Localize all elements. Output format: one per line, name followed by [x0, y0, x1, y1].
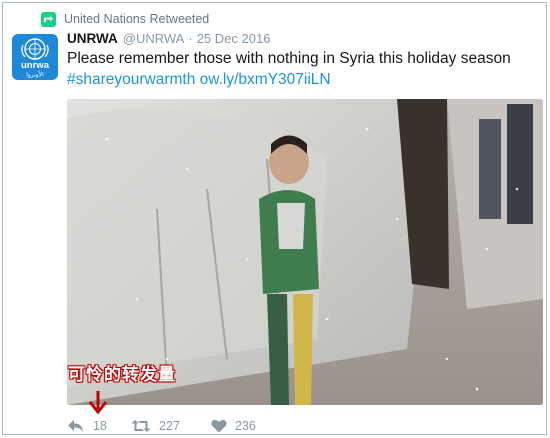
- hashtag-link[interactable]: #shareyourwarmth: [67, 71, 195, 88]
- author-name[interactable]: UNRWA: [67, 31, 118, 46]
- reply-button[interactable]: 18: [67, 419, 131, 433]
- un-emblem-icon: [21, 38, 49, 60]
- tweet-card[interactable]: United Nations Retweeted unrwa الأونروا …: [2, 2, 547, 435]
- tweet-actions: 18 227 236: [67, 416, 291, 436]
- avatar-logo-arabic: الأونروا: [26, 71, 44, 79]
- tweet-links-line: #shareyourwarmth ow.ly/bxmY307iiLN: [67, 69, 537, 90]
- retweet-icon: [41, 11, 56, 27]
- reply-icon: [68, 420, 83, 432]
- url-link[interactable]: ow.ly/bxmY307iiLN: [200, 71, 331, 88]
- retweet-context: United Nations Retweeted: [41, 11, 209, 27]
- heart-icon: [211, 419, 227, 433]
- tweet-date[interactable]: 25 Dec 2016: [197, 31, 271, 46]
- retweet-button[interactable]: 227: [131, 419, 211, 433]
- tweet-header: UNRWA @UNRWA · 25 Dec 2016: [67, 31, 270, 49]
- annotation-arrow-icon: [88, 391, 108, 415]
- reply-count: 18: [93, 419, 107, 433]
- like-count: 236: [235, 419, 256, 433]
- tweet-text-line: Please remember those with nothing in Sy…: [67, 50, 511, 67]
- annotation-label: 可怜的转发量: [68, 365, 176, 384]
- retweet-context-label[interactable]: United Nations Retweeted: [64, 12, 209, 26]
- author-handle[interactable]: @UNRWA: [123, 31, 185, 46]
- retweet-icon: [131, 420, 151, 432]
- header-separator: ·: [188, 31, 193, 46]
- tweet-text: Please remember those with nothing in Sy…: [67, 48, 537, 90]
- avatar-logo-text: unrwa: [21, 60, 50, 71]
- like-button[interactable]: 236: [211, 419, 291, 433]
- avatar[interactable]: unrwa الأونروا: [12, 34, 58, 80]
- retweet-count: 227: [159, 419, 180, 433]
